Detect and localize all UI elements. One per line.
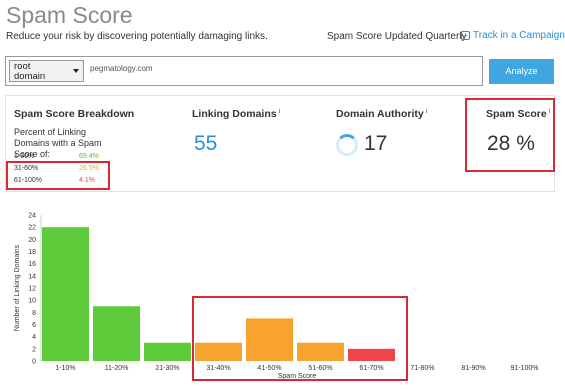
bucket-range: 1-30% — [14, 153, 35, 160]
y-tick-label: 2 — [32, 346, 36, 353]
bar — [246, 318, 293, 361]
page-title: Spam Score — [6, 2, 133, 28]
linking-domains-label: Linking Domains — [192, 108, 277, 120]
scope-select[interactable]: root domain — [9, 60, 84, 82]
domain-authority-value: 17 — [364, 132, 388, 155]
bucket-value: 69.4% — [79, 153, 99, 160]
x-tick-label: 61-70% — [359, 365, 383, 372]
bar — [348, 348, 395, 361]
x-tick-label: 41-50% — [257, 365, 281, 372]
linking-domains-value: 55 — [194, 132, 218, 155]
scope-select-line2: domain — [14, 71, 46, 82]
track-in-campaign-link[interactable]: + Track in a Campaign — [461, 30, 565, 41]
x-tick-label: 11-20% — [105, 365, 129, 372]
track-in-campaign-label: Track in a Campaign — [473, 30, 565, 41]
authority-ring-icon — [336, 134, 358, 156]
info-icon[interactable]: i — [426, 109, 427, 115]
y-tick-label: 10 — [28, 298, 36, 305]
bucket-row: 1-30% 69.4% — [14, 153, 104, 160]
x-tick-label: 1-10% — [55, 365, 75, 372]
bar — [144, 342, 191, 361]
breakdown-heading: Spam Score Breakdown — [14, 108, 135, 120]
bar — [93, 306, 140, 361]
linking-domains-heading: Linking Domains i — [192, 108, 280, 120]
highlight-box — [465, 98, 555, 172]
bar — [195, 342, 242, 361]
y-tick-label: 4 — [32, 334, 36, 341]
y-tick-label: 0 — [32, 359, 36, 366]
y-tick-label: 12 — [28, 286, 36, 293]
y-tick-label: 16 — [28, 261, 36, 268]
x-tick-label: 81-90% — [461, 365, 485, 372]
spam-score-histogram: 024681012141618202224Number of Linking D… — [14, 213, 539, 381]
y-tick-label: 22 — [28, 225, 36, 232]
y-tick-label: 14 — [28, 273, 36, 280]
x-axis-label: Spam Score — [278, 373, 317, 380]
x-tick-label: 51-60% — [308, 365, 332, 372]
x-tick-label: 71-80% — [410, 365, 434, 372]
y-tick-label: 18 — [28, 249, 36, 256]
bar — [42, 227, 89, 361]
page-subtitle: Reduce your risk by discovering potentia… — [6, 31, 268, 42]
highlight-box — [6, 161, 110, 190]
domain-authority-heading: Domain Authority i — [336, 108, 427, 120]
analyze-button[interactable]: Analyze — [489, 59, 554, 84]
search-bar: root domain — [5, 56, 483, 86]
x-tick-label: 31-40% — [206, 365, 230, 372]
chevron-down-icon — [73, 69, 79, 73]
y-axis-label: Number of Linking Domains — [14, 244, 21, 331]
y-tick-label: 20 — [28, 237, 36, 244]
y-tick-label: 6 — [32, 322, 36, 329]
x-tick-label: 21-30% — [155, 365, 179, 372]
bar — [297, 342, 344, 361]
x-tick-label: 91-100% — [510, 365, 538, 372]
domain-authority-label: Domain Authority — [336, 108, 424, 120]
plus-icon: + — [461, 31, 470, 40]
info-icon[interactable]: i — [279, 109, 280, 115]
url-input[interactable] — [90, 64, 470, 73]
update-frequency-text: Spam Score Updated Quarterly — [327, 31, 467, 42]
y-tick-label: 8 — [32, 310, 36, 317]
y-tick-label: 24 — [28, 213, 36, 220]
